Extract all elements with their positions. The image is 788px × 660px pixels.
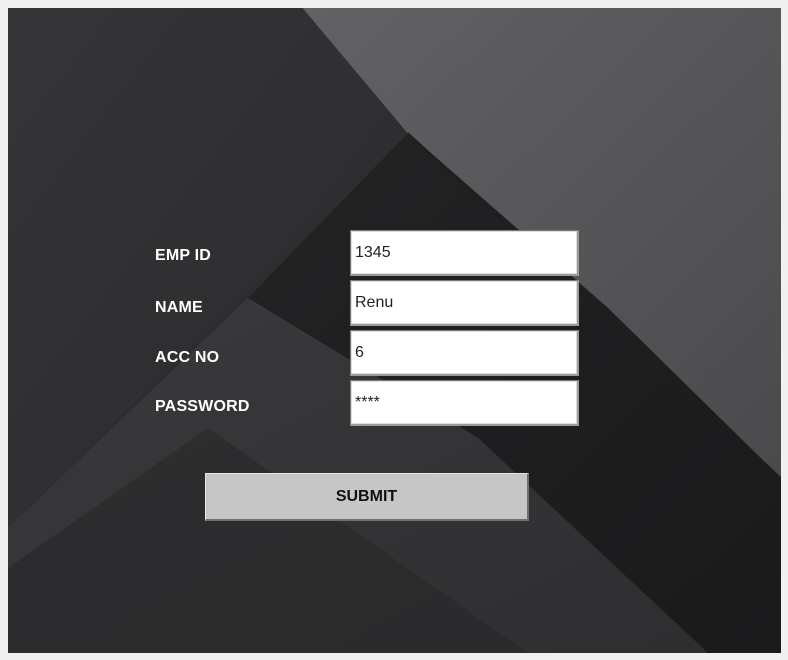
emp-id-label: EMP ID	[155, 247, 212, 264]
submit-button[interactable]: SUBMIT	[205, 473, 529, 521]
password-label: PASSWORD	[155, 398, 250, 415]
name-input[interactable]	[350, 280, 579, 326]
acc-no-input[interactable]	[350, 330, 579, 376]
name-label: NAME	[155, 299, 203, 316]
app-window: EMP ID NAME ACC NO PASSWORD SUBMIT	[8, 8, 781, 653]
acc-no-label: ACC NO	[155, 349, 220, 366]
password-input[interactable]	[350, 380, 579, 426]
emp-id-input[interactable]	[350, 230, 579, 276]
